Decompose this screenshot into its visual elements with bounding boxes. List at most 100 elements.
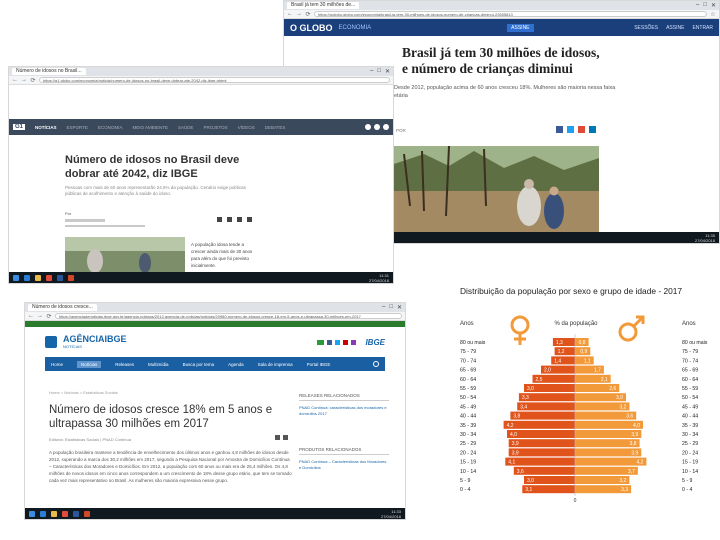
close-icon[interactable]: ✕ (397, 304, 402, 311)
powerpoint-icon[interactable] (84, 510, 90, 517)
maximize-icon[interactable]: □ (703, 2, 707, 9)
whatsapp-icon[interactable] (247, 217, 252, 222)
ibge-taskbar: 11:33 27/04/2018 (25, 508, 405, 519)
youtube-icon[interactable] (343, 339, 349, 345)
facebook-icon[interactable] (227, 217, 232, 222)
word-icon[interactable] (57, 274, 63, 281)
maximize-icon[interactable]: □ (389, 304, 393, 311)
g1-logo[interactable]: G1 (13, 124, 26, 130)
age-label-left-16: 0 - 4 (460, 487, 470, 493)
oglobo-section[interactable]: ECONOMIA (339, 25, 372, 31)
nav-sala-imprensa[interactable]: Sala de imprensa (258, 362, 293, 367)
female-value-label-1: 1,2 (558, 349, 565, 355)
ibge-social: IBGE (317, 338, 385, 347)
male-value-label-12: 3,9 (631, 450, 638, 456)
nav-saude[interactable]: SAÚDE (178, 125, 194, 130)
twitter-icon[interactable] (283, 435, 288, 440)
url-field[interactable]: https://agenciadenoticias.ibge.gov.br/ag… (55, 313, 402, 319)
forward-icon[interactable]: → (296, 11, 302, 17)
ibge-logo[interactable]: AGÊNCIAIBGE NOTÍCIAS (63, 335, 127, 350)
nav-entrar[interactable]: ENTRAR (692, 25, 713, 31)
age-label-right-14: 10 - 14 (682, 469, 698, 475)
nav-busca-tema[interactable]: Busca por tema (183, 362, 215, 367)
chrome-icon[interactable] (46, 274, 52, 281)
release-link[interactable]: PNAD Contínua: características dos morad… (299, 405, 389, 433)
facebook-icon[interactable] (275, 435, 280, 440)
chrome-icon[interactable] (62, 510, 68, 517)
comment-icon[interactable] (217, 217, 222, 222)
nav-noticias[interactable]: Notícias (77, 360, 102, 368)
nav-noticias[interactable]: NOTÍCIAS (35, 125, 57, 130)
windows-start-icon[interactable] (29, 510, 35, 517)
url-field[interactable]: https://oglobo.globo.com/economia/brasil… (314, 11, 707, 17)
twitter-icon[interactable] (567, 126, 574, 133)
word-icon[interactable] (73, 510, 79, 517)
star-icon[interactable]: ☆ (710, 11, 716, 18)
nav-home[interactable]: Home (51, 362, 63, 367)
g1-social (365, 124, 389, 130)
browser-tab[interactable]: Brasil já tem 30 milhões de... (287, 2, 360, 9)
nav-projetos[interactable]: PROJETOS (204, 125, 228, 130)
back-icon[interactable]: ← (287, 11, 293, 17)
facebook-icon[interactable] (365, 124, 371, 130)
instagram-icon[interactable] (351, 339, 357, 345)
folder-icon[interactable] (35, 274, 41, 281)
nav-releases[interactable]: Releases (115, 362, 134, 367)
minimize-icon[interactable]: – (696, 2, 699, 9)
nav-meio-ambiente[interactable]: MEIO AMBIENTE (132, 125, 168, 130)
minimize-icon[interactable]: – (370, 68, 373, 75)
nav-debates[interactable]: DEBATES (265, 125, 286, 130)
twitter-icon[interactable] (335, 339, 341, 345)
ie-icon[interactable] (24, 274, 30, 281)
browser-tab[interactable]: Número de idosos cresce... (28, 304, 97, 311)
female-bar-10 (507, 430, 575, 438)
nav-portal-ibge[interactable]: Portal IBGE (307, 362, 331, 367)
browser-tab[interactable]: Número de idosos no Brasil... (12, 68, 86, 75)
powerpoint-icon[interactable] (68, 274, 74, 281)
age-label-right-16: 0 - 4 (682, 487, 692, 493)
close-icon[interactable]: ✕ (385, 68, 390, 75)
back-icon[interactable]: ← (28, 313, 34, 319)
url-field[interactable]: https://g1.globo.com/economia/noticia/nu… (39, 77, 390, 83)
g1-author-line (65, 219, 105, 222)
age-label-left-11: 25 - 29 (460, 441, 476, 447)
nav-multimidia[interactable]: Multimídia (148, 362, 169, 367)
oglobo-headline: Brasil já tem 30 milhões de idosos, e nú… (402, 45, 600, 76)
windows-start-icon[interactable] (13, 274, 19, 281)
maximize-icon[interactable]: □ (377, 68, 381, 75)
subscribe-banner[interactable]: ASSINE (507, 23, 534, 32)
facebook-icon[interactable] (327, 339, 333, 345)
reload-icon[interactable]: ⟳ (46, 313, 52, 320)
oglobo-logo[interactable]: O GLOBO (290, 23, 333, 33)
twitter-icon[interactable] (374, 124, 380, 130)
twitter-icon[interactable] (237, 217, 242, 222)
googleplus-icon[interactable] (578, 126, 585, 133)
search-icon[interactable] (373, 361, 379, 367)
nav-assine[interactable]: ASSINE (666, 25, 684, 31)
g1-screenshot: Número de idosos no Brasil... – □ ✕ ← → ⟳ … (8, 66, 394, 284)
age-label-right-10: 30 - 34 (682, 432, 698, 438)
forward-icon[interactable]: → (21, 77, 27, 83)
reload-icon[interactable]: ⟳ (305, 11, 311, 18)
minimize-icon[interactable]: – (382, 304, 385, 311)
nav-agenda[interactable]: Agenda (228, 362, 244, 367)
nav-sessoes[interactable]: SESSÕES (634, 25, 658, 31)
nav-esporte[interactable]: ESPORTE (67, 125, 88, 130)
product-link[interactable]: PNAD Contínua – Características dos Mora… (299, 459, 389, 471)
ie-icon[interactable] (40, 510, 46, 517)
gov-ibge-logo[interactable]: IBGE (365, 338, 385, 347)
whatsapp-icon[interactable] (383, 124, 389, 130)
close-icon[interactable]: ✕ (711, 2, 716, 9)
oglobo-photo (394, 146, 599, 234)
age-label-right-13: 15 - 19 (682, 460, 698, 466)
female-value-label-3: 2,0 (544, 368, 551, 374)
forward-icon[interactable]: → (37, 313, 43, 319)
facebook-icon[interactable] (556, 126, 563, 133)
folder-icon[interactable] (51, 510, 57, 517)
nav-economia[interactable]: ECONOMIA (98, 125, 123, 130)
back-icon[interactable]: ← (12, 77, 18, 83)
nav-videos[interactable]: VÍDEOS (238, 125, 255, 130)
reload-icon[interactable]: ⟳ (30, 77, 36, 84)
linkedin-icon[interactable] (589, 126, 596, 133)
brazil-flag-icon[interactable] (317, 339, 325, 345)
